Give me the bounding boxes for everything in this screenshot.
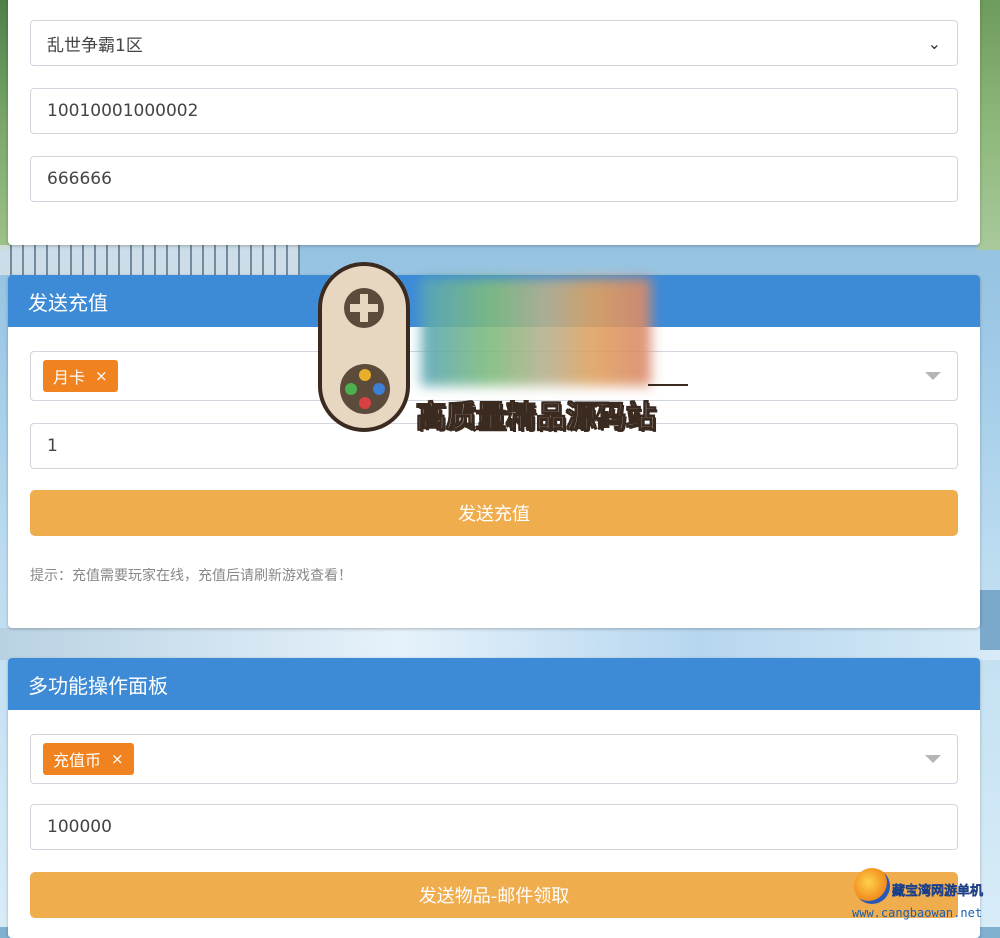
account-input-value: 10010001000002 (47, 101, 199, 121)
watermark-text: 高质量精品源码站 (416, 400, 657, 436)
multi-amount-value: 100000 (47, 817, 112, 837)
gamepad-icon (318, 262, 410, 432)
caret-down-icon[interactable] (925, 372, 941, 380)
dpad-icon (344, 288, 384, 328)
blurred-logo-image (421, 278, 651, 386)
password-input[interactable]: 666666 (30, 156, 958, 202)
selected-item-label: 充值币 (53, 751, 102, 770)
close-icon[interactable]: × (95, 367, 108, 385)
caret-down-icon[interactable] (925, 755, 941, 763)
server-select-value: 乱世争霸1区 (47, 35, 143, 56)
background-fence (0, 245, 300, 275)
send-item-mail-button[interactable]: 发送物品-邮件领取 (30, 872, 958, 918)
selected-item-tag: 月卡 × (43, 360, 118, 392)
watermark: 高质量精品源码站 (318, 262, 688, 436)
multi-function-card: 多功能操作面板 充值币 × 100000 发送物品-邮件领取 (8, 658, 980, 938)
corner-site-logo: 藏宝湾网游单机 www.cangbaowan.net (848, 866, 998, 924)
multi-function-card-title: 多功能操作面板 (8, 658, 980, 710)
selected-item-tag: 充值币 × (43, 743, 134, 775)
recharge-hint: 提示：充值需要玩家在线，充值后请刷新游戏查看！ (30, 568, 352, 584)
background-sky-strip (0, 628, 1000, 660)
password-input-value: 666666 (47, 169, 112, 189)
divider (648, 384, 688, 386)
background-foliage-right (978, 0, 1000, 250)
login-card: 乱世争霸1区 ⌄ 10010001000002 666666 (8, 0, 980, 245)
gamepad-buttons-icon (340, 364, 390, 414)
site-name: 藏宝湾网游单机 (892, 884, 984, 899)
site-url: www.cangbaowan.net (852, 906, 983, 920)
chevron-down-icon[interactable]: ⌄ (928, 34, 941, 53)
site-logo-icon (854, 868, 890, 904)
server-select[interactable]: 乱世争霸1区 ⌄ (30, 20, 958, 66)
selected-item-label: 月卡 (53, 368, 86, 387)
background-building (980, 590, 1000, 650)
multi-item-select[interactable]: 充值币 × (30, 734, 958, 784)
multi-amount-input[interactable]: 100000 (30, 804, 958, 850)
account-input[interactable]: 10010001000002 (30, 88, 958, 134)
recharge-amount-value: 1 (47, 436, 58, 456)
close-icon[interactable]: × (111, 750, 124, 768)
send-recharge-button[interactable]: 发送充值 (30, 490, 958, 536)
